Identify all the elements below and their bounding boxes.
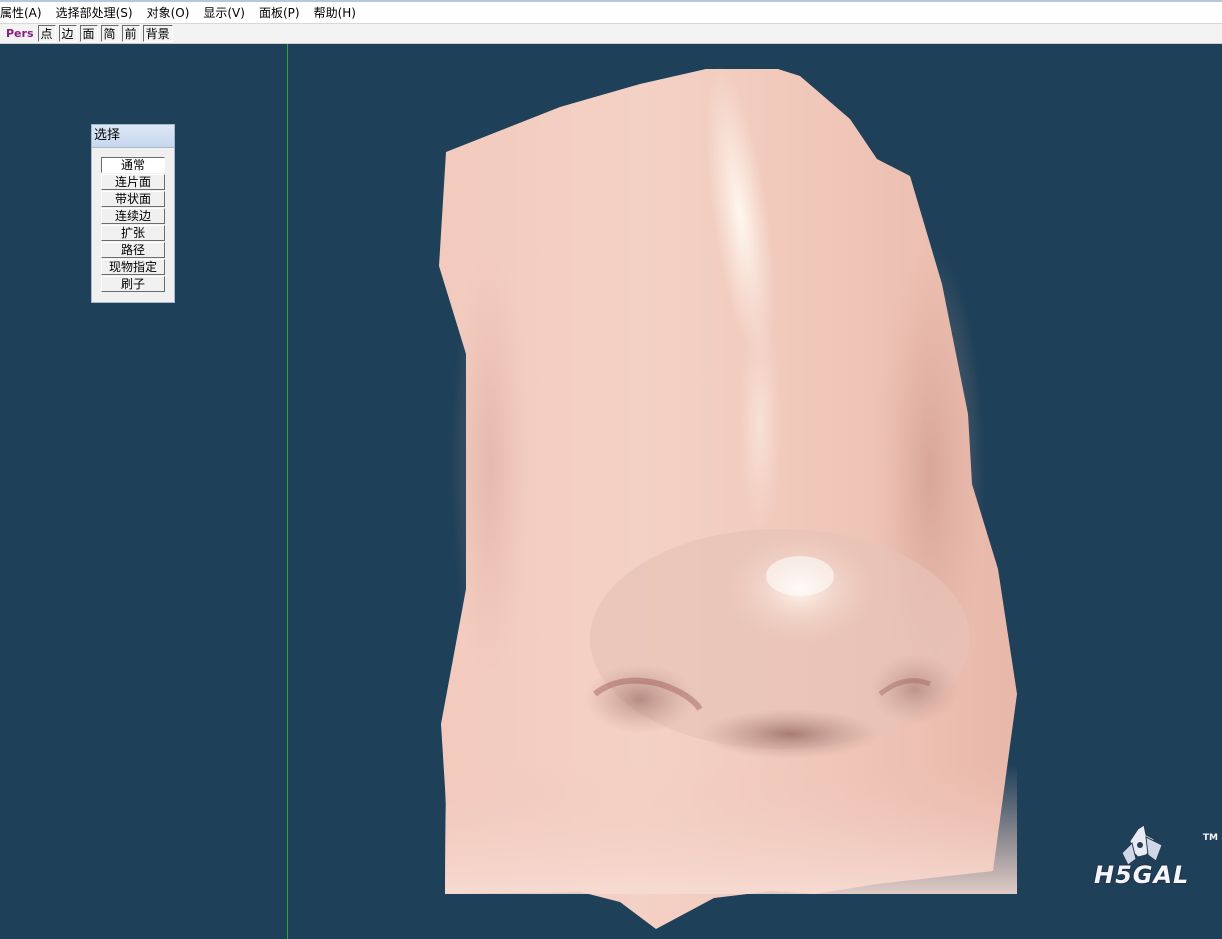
toolbar-button-edge[interactable]: 边 (58, 25, 77, 42)
toolbar-button-face[interactable]: 面 (79, 25, 98, 42)
select-option-normal[interactable]: 通常 (101, 157, 165, 173)
application-window: 属性(A) 选择部处理(S) 对象(O) 显示(V) 面板(P) 帮助(H) P… (0, 0, 1222, 939)
menu-help[interactable]: 帮助(H) (314, 4, 363, 22)
menu-bar: 属性(A) 选择部处理(S) 对象(O) 显示(V) 面板(P) 帮助(H) (0, 0, 1222, 23)
select-option-strip-faces[interactable]: 带状面 (101, 191, 165, 207)
watermark-logo: H5GAL TM (1090, 825, 1218, 891)
menu-object[interactable]: 对象(O) (147, 4, 197, 22)
3d-viewport[interactable]: 选择 通常 连片面 带状面 连续边 扩张 路径 现物指定 刷子 (0, 44, 1222, 939)
select-option-edge-loop[interactable]: 连续边 (101, 208, 165, 224)
selection-panel: 选择 通常 连片面 带状面 连续边 扩张 路径 现物指定 刷子 (91, 124, 175, 303)
menu-selection-processing[interactable]: 选择部处理(S) (56, 4, 140, 22)
select-option-expand[interactable]: 扩张 (101, 225, 165, 241)
select-option-brush[interactable]: 刷子 (101, 276, 165, 292)
nose-mesh-model[interactable] (0, 44, 1222, 939)
watermark-text: H5GAL (1094, 861, 1190, 889)
trademark-mark: TM (1202, 833, 1218, 843)
toolbar-button-background[interactable]: 背景 (142, 25, 173, 42)
select-option-connected-faces[interactable]: 连片面 (101, 174, 165, 190)
selection-panel-title[interactable]: 选择 (92, 125, 174, 148)
select-option-object-specify[interactable]: 现物指定 (101, 259, 165, 275)
toolbar-button-simple[interactable]: 简 (100, 25, 119, 42)
selection-options-list: 通常 连片面 带状面 连续边 扩张 路径 现物指定 刷子 (101, 157, 165, 293)
view-mode-label[interactable]: Pers (6, 27, 34, 40)
view-toolbar: Pers 点 边 面 简 前 背景 (0, 23, 1222, 44)
toolbar-button-vertex[interactable]: 点 (37, 25, 56, 42)
toolbar-button-front[interactable]: 前 (121, 25, 140, 42)
menu-display[interactable]: 显示(V) (203, 4, 252, 22)
select-option-path[interactable]: 路径 (101, 242, 165, 258)
menu-attributes[interactable]: 属性(A) (0, 4, 49, 22)
menu-panel[interactable]: 面板(P) (259, 4, 307, 22)
